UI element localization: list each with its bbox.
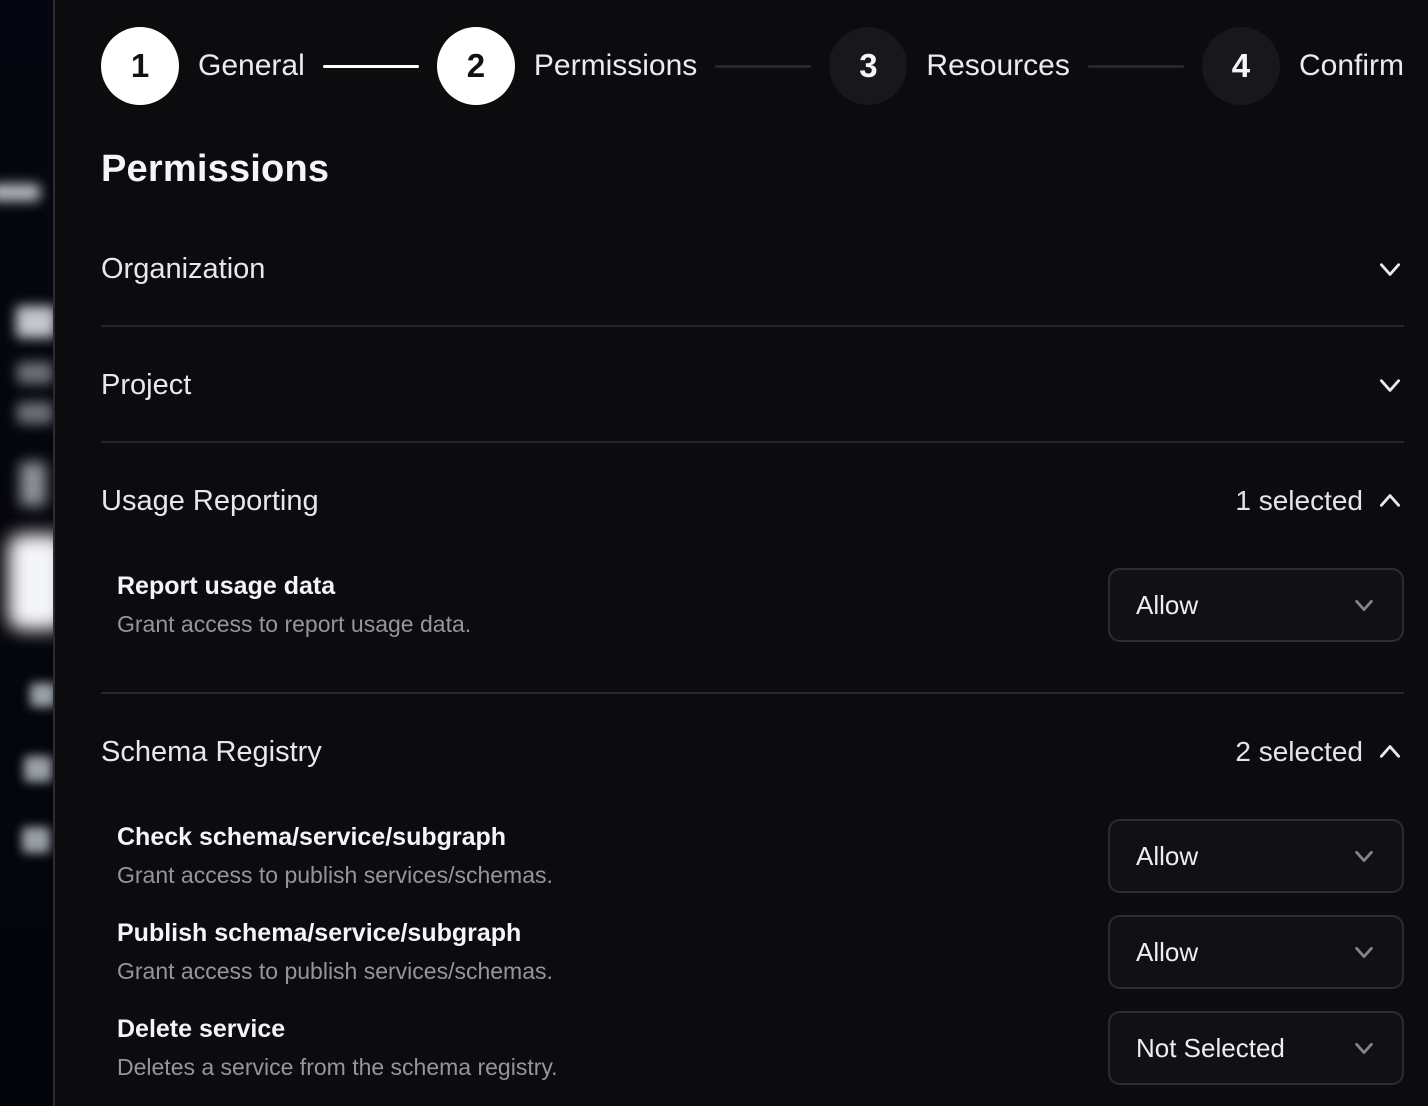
permission-text: Delete service Deletes a service from th…	[117, 1015, 558, 1081]
section-divider	[101, 692, 1404, 694]
chevron-down-icon	[1376, 371, 1404, 399]
blurred-nav-item	[24, 756, 52, 782]
section-divider	[101, 441, 1404, 443]
chevron-down-icon	[1352, 940, 1376, 964]
permission-title: Check schema/service/subgraph	[117, 823, 553, 852]
permission-description: Deletes a service from the schema regist…	[117, 1054, 558, 1081]
step-2-label: Permissions	[534, 49, 697, 83]
section-title: Usage Reporting	[101, 485, 319, 518]
select-value: Not Selected	[1136, 1033, 1285, 1064]
permission-title: Delete service	[117, 1015, 558, 1044]
permission-row-delete-service: Delete service Deletes a service from th…	[101, 1011, 1404, 1085]
blurred-subtext	[17, 362, 53, 384]
section-header-schema-registry[interactable]: Schema Registry 2 selected	[101, 720, 1404, 784]
app-root: 1 General 2 Permissions 3 Resources 4 Co…	[0, 0, 1428, 1106]
page-title: Permissions	[101, 148, 1404, 191]
permission-select-check-schema[interactable]: Allow	[1108, 819, 1404, 893]
step-3-circle: 3	[829, 27, 907, 105]
section-usage-reporting: Usage Reporting 1 selected Report usage …	[101, 469, 1404, 694]
blurred-active-nav-item	[8, 534, 55, 630]
permission-description: Grant access to publish services/schemas…	[117, 958, 553, 985]
chevron-down-icon	[1352, 844, 1376, 868]
step-permissions[interactable]: 2 Permissions	[437, 27, 697, 105]
chevron-down-icon	[1352, 593, 1376, 617]
blurred-nav-icon	[20, 462, 46, 506]
select-value: Allow	[1136, 937, 1198, 968]
selected-count: 2 selected	[1235, 736, 1363, 768]
section-project: Project	[101, 353, 1404, 443]
section-schema-registry: Schema Registry 2 selected Check schema/…	[101, 720, 1404, 1085]
permission-select-publish-schema[interactable]: Allow	[1108, 915, 1404, 989]
selected-count-group: 2 selected	[1235, 736, 1404, 768]
chevron-down-icon	[1352, 1036, 1376, 1060]
permission-description: Grant access to publish services/schemas…	[117, 862, 553, 889]
step-general[interactable]: 1 General	[101, 27, 305, 105]
permission-text: Check schema/service/subgraph Grant acce…	[117, 823, 553, 889]
step-connector	[1088, 65, 1184, 68]
blurred-nav-item	[30, 683, 55, 707]
permission-select-report-usage-data[interactable]: Allow	[1108, 568, 1404, 642]
step-4-label: Confirm	[1299, 49, 1404, 83]
chevron-down-icon	[1376, 255, 1404, 283]
section-header-usage-reporting[interactable]: Usage Reporting 1 selected	[101, 469, 1404, 533]
section-title: Project	[101, 369, 191, 402]
chevron-up-icon	[1376, 487, 1404, 515]
step-4-circle: 4	[1202, 27, 1280, 105]
step-connector-done	[323, 65, 419, 68]
section-organization: Organization	[101, 237, 1404, 327]
wizard-stepper: 1 General 2 Permissions 3 Resources 4 Co…	[101, 26, 1404, 106]
permission-title: Publish schema/service/subgraph	[117, 919, 553, 948]
permission-text: Publish schema/service/subgraph Grant ac…	[117, 919, 553, 985]
permission-row-report-usage-data: Report usage data Grant access to report…	[101, 568, 1404, 642]
blurred-nav-item	[22, 827, 50, 853]
step-1-circle: 1	[101, 27, 179, 105]
select-value: Allow	[1136, 841, 1198, 872]
permission-row-publish-schema: Publish schema/service/subgraph Grant ac…	[101, 915, 1404, 989]
blurred-subtext	[17, 402, 53, 424]
step-3-label: Resources	[926, 49, 1069, 83]
step-confirm[interactable]: 4 Confirm	[1202, 27, 1404, 105]
permission-description: Grant access to report usage data.	[117, 611, 471, 638]
step-resources[interactable]: 3 Resources	[829, 27, 1069, 105]
permissions-wizard-panel: 1 General 2 Permissions 3 Resources 4 Co…	[57, 0, 1428, 1106]
step-connector	[715, 65, 811, 68]
selected-count-group: 1 selected	[1235, 485, 1404, 517]
section-title: Schema Registry	[101, 736, 322, 769]
permission-text: Report usage data Grant access to report…	[117, 572, 471, 638]
section-title: Organization	[101, 253, 265, 286]
chevron-up-icon	[1376, 738, 1404, 766]
blurred-logo	[0, 184, 40, 201]
permission-row-check-schema: Check schema/service/subgraph Grant acce…	[101, 819, 1404, 893]
selected-count: 1 selected	[1235, 485, 1363, 517]
permission-title: Report usage data	[117, 572, 471, 601]
section-header-project[interactable]: Project	[101, 353, 1404, 417]
step-2-circle: 2	[437, 27, 515, 105]
permission-select-delete-service[interactable]: Not Selected	[1108, 1011, 1404, 1085]
section-divider	[101, 325, 1404, 327]
step-1-label: General	[198, 49, 305, 83]
background-sidebar	[0, 0, 55, 1106]
section-header-organization[interactable]: Organization	[101, 237, 1404, 301]
blurred-heading	[16, 306, 55, 338]
select-value: Allow	[1136, 590, 1198, 621]
